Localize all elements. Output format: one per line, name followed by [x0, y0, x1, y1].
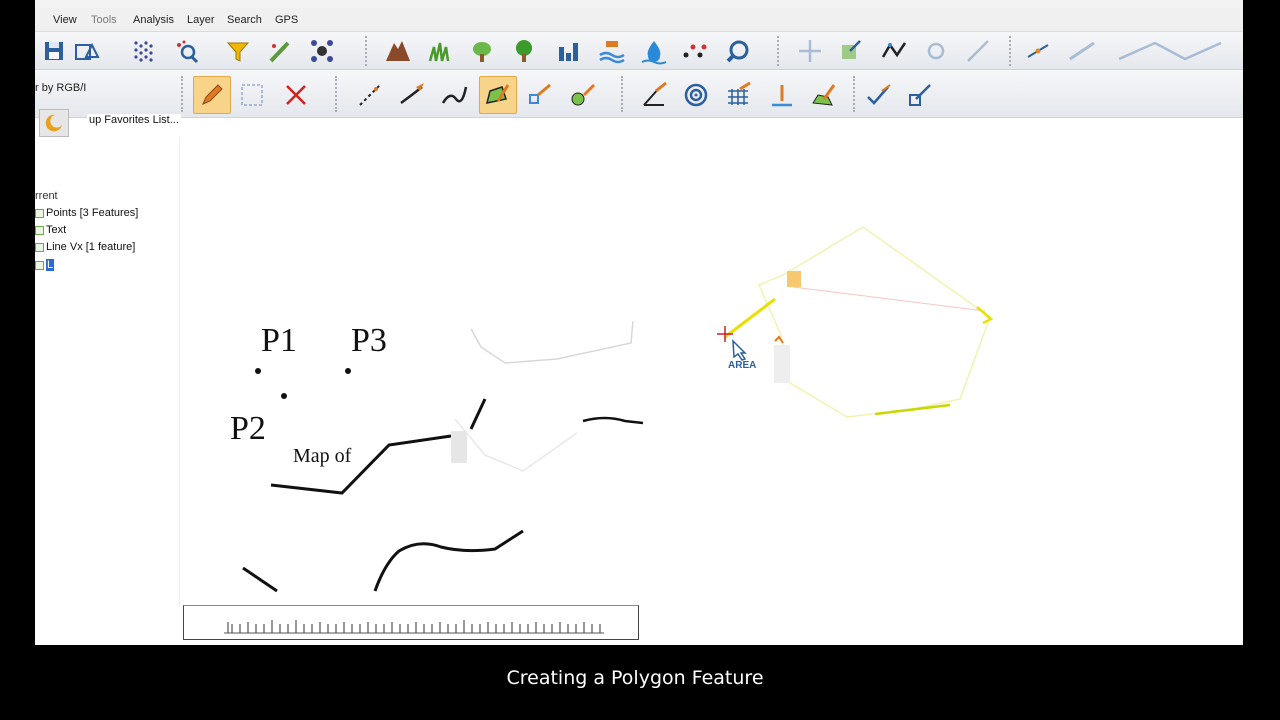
toolbar-grip-2[interactable]: [777, 36, 781, 66]
toolbar-grip[interactable]: [365, 36, 369, 66]
map-line-feature-4[interactable]: [242, 566, 278, 593]
export-map-icon[interactable]: [69, 34, 103, 68]
ghost-outline: [470, 320, 634, 364]
vertex-handle[interactable]: [787, 271, 801, 287]
map-point-p3[interactable]: [345, 368, 351, 374]
layer-panel: rrent Points [3 Features] Text Line Vx […: [35, 137, 180, 607]
map-point-p2[interactable]: [281, 393, 287, 399]
network-icon[interactable]: [305, 34, 339, 68]
map-label-p2: P2: [230, 410, 266, 447]
map-point-p1[interactable]: [255, 368, 261, 374]
app-window: View Tools Analysis Layer Search GPS r b…: [35, 0, 1243, 645]
tools-icon[interactable]: [721, 34, 755, 68]
layer-line[interactable]: Line Vx [1 feature]: [35, 239, 135, 255]
cut-icon[interactable]: [1021, 34, 1055, 68]
vertex-icon[interactable]: [877, 34, 911, 68]
favorites-row: up Favorites List...: [35, 107, 1243, 137]
search-zoom-icon[interactable]: [169, 34, 203, 68]
layer-label: Text: [46, 224, 67, 236]
building-icon[interactable]: [551, 34, 585, 68]
map-line-feature-5[interactable]: [373, 529, 524, 592]
layer-checkbox[interactable]: [35, 260, 44, 270]
map-line-feature-3[interactable]: [582, 416, 644, 425]
menu-layer[interactable]: Layer: [187, 14, 215, 26]
menu-tools[interactable]: Tools: [91, 14, 117, 26]
video-caption: Creating a Polygon Feature: [506, 667, 764, 689]
map-label-p3: P3: [351, 322, 387, 359]
layer-points[interactable]: Points [3 Features]: [35, 205, 138, 221]
water-drop-icon[interactable]: [637, 34, 671, 68]
layer-group-label: rrent: [35, 190, 58, 202]
grid-dots-icon[interactable]: [127, 34, 161, 68]
layer-text[interactable]: Text: [35, 222, 66, 238]
map-label-title: Map of: [293, 445, 352, 467]
menu-analysis[interactable]: Analysis: [133, 14, 174, 26]
screen-edge: [1243, 0, 1280, 645]
digitize-pen-icon[interactable]: [263, 34, 297, 68]
polygon-vertex-mark: [976, 306, 994, 325]
map-artifact: [451, 431, 467, 463]
crosshair-icon: [717, 326, 733, 342]
tree-2-icon[interactable]: [507, 34, 541, 68]
rgb-label: r by RGB/I: [35, 82, 87, 94]
mountain-icon[interactable]: [381, 34, 415, 68]
menu-gps[interactable]: GPS: [275, 14, 298, 26]
title-bar: [35, 0, 1243, 8]
layer-checkbox[interactable]: [35, 242, 44, 252]
layer-checkbox[interactable]: [35, 225, 44, 235]
split-tools-icon[interactable]: [1115, 34, 1225, 68]
map-artifact-2: [774, 345, 790, 383]
layer-new-area[interactable]: L: [35, 257, 55, 273]
save-icon[interactable]: [37, 34, 71, 68]
map-line-feature-2[interactable]: [469, 398, 487, 430]
scale-icon[interactable]: [833, 34, 867, 68]
main-toolbar: [35, 32, 1243, 70]
layer-label-selected: L: [46, 259, 55, 271]
layer-label: Line Vx [1 feature]: [46, 241, 136, 253]
polygon-edge-active: [874, 403, 951, 416]
tree-icon[interactable]: [465, 34, 499, 68]
menu-search[interactable]: Search: [227, 14, 262, 26]
toolbar-grip-3[interactable]: [1009, 36, 1013, 66]
digitize-rubber-line: [724, 297, 776, 339]
polygon-edge-guide: [792, 286, 986, 312]
layer-label: Points [3 Features]: [46, 207, 139, 219]
coastline-icon[interactable]: [595, 34, 629, 68]
favorites-icon[interactable]: [39, 109, 69, 137]
layer-group-header[interactable]: rrent: [35, 188, 58, 204]
menu-view[interactable]: View: [53, 14, 77, 26]
layer-checkbox[interactable]: [35, 208, 44, 218]
scale-bar: [183, 605, 639, 640]
favorites-list-label[interactable]: up Favorites List...: [87, 114, 181, 126]
snap-icon[interactable]: [961, 34, 995, 68]
node-icon[interactable]: [919, 34, 953, 68]
map-view[interactable]: P1 P3 P2 Map of AREA: [185, 137, 1243, 645]
cursor-area-label: AREA: [728, 360, 756, 371]
dots-icon[interactable]: [677, 34, 711, 68]
polygon-outline[interactable]: [758, 226, 991, 418]
move-icon[interactable]: [793, 34, 827, 68]
map-label-p1: P1: [261, 322, 297, 359]
grass-icon[interactable]: [423, 34, 457, 68]
filter-funnel-icon[interactable]: [221, 34, 255, 68]
area-cursor-icon: [732, 339, 747, 361]
measure-icon[interactable]: [1065, 34, 1099, 68]
menu-bar: View Tools Analysis Layer Search GPS: [35, 8, 1243, 32]
